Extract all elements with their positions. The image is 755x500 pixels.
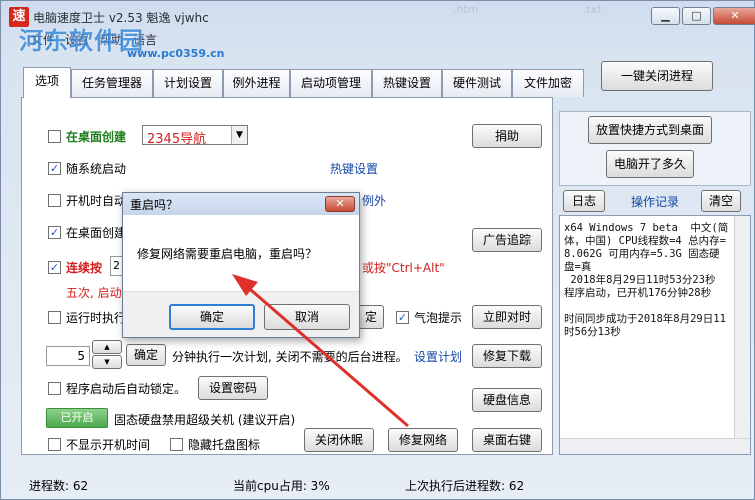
desktop-create-select[interactable]: 2345导航 ▼ [142, 125, 248, 147]
log-textarea[interactable]: x64 Windows 7 beta 中文(简体，中国) CPU线程数=4 总内… [559, 215, 751, 455]
desktop-create-label: 在桌面创建 [66, 130, 127, 144]
hide-boot-time-checkbox[interactable] [48, 438, 61, 451]
interval-input[interactable]: 5 [46, 346, 90, 366]
desktop-create-checkbox[interactable] [48, 130, 61, 143]
log-horizontal-scrollbar[interactable] [560, 438, 750, 454]
dialog-close-button[interactable]: ✕ [325, 196, 355, 212]
autostart-label: 随系统启动 [66, 162, 127, 176]
repair-download-button[interactable]: 修复下载 [472, 344, 542, 368]
dialog-message: 修复网络需要重启电脑，重启吗？ [137, 247, 318, 261]
dialog-title: 重启吗？ [130, 198, 179, 212]
startup-auto-label: 开机时自动 [66, 194, 127, 208]
donate-button[interactable]: 捐助 [472, 124, 542, 148]
log-title: 操作记录 [631, 195, 680, 209]
plan-text: 分钟执行一次计划, 关闭不需要的后台进程。 [172, 350, 408, 364]
set-password-button[interactable]: 设置密码 [198, 376, 268, 400]
last-process-count: 上次执行后进程数: 62 [405, 479, 525, 493]
consecutive-checkbox[interactable]: ✓ [48, 261, 61, 274]
clear-log-button[interactable]: 清空 [701, 190, 741, 212]
desktop-create2-label: 在桌面创建 [66, 226, 127, 240]
dialog-ok-button[interactable]: 确定 [169, 304, 255, 330]
maximize-button[interactable]: □ [682, 7, 711, 25]
autostart-checkbox[interactable]: ✓ [48, 162, 61, 175]
ghost-label-htm: .htm [453, 3, 479, 16]
log-vertical-scrollbar[interactable] [734, 216, 750, 454]
tab-startup[interactable]: 启动项管理 [290, 69, 372, 97]
hide-tray-label: 隐藏托盘图标 [188, 438, 261, 452]
dialog-footer: 确定 取消 [123, 291, 359, 337]
hide-tray-checkbox[interactable] [170, 438, 183, 451]
dialog-title-bar: 重启吗？ ✕ [123, 193, 359, 215]
dialog-cancel-button[interactable]: 取消 [264, 304, 350, 330]
interval-confirm-button[interactable]: 确定 [126, 344, 166, 366]
restart-dialog: 重启吗？ ✕ 修复网络需要重启电脑，重启吗？ 确定 取消 [122, 192, 360, 338]
bubble-tip-label: 气泡提示 [414, 311, 463, 325]
desktop-right-click-button[interactable]: 桌面右键 [472, 428, 542, 452]
desktop-create-select-value: 2345导航 [147, 132, 207, 147]
tab-hardware[interactable]: 硬件测试 [442, 69, 512, 97]
ad-trace-button[interactable]: 广告追踪 [472, 228, 542, 252]
ghost-label-txt: .txt [583, 3, 602, 16]
watermark-url: www.pc0359.cn [127, 47, 225, 60]
exception-link[interactable]: 例外 [362, 192, 386, 209]
set-plan-link[interactable]: 设置计划 [414, 348, 462, 365]
hotkey-settings-link[interactable]: 热键设置 [330, 160, 378, 177]
tab-encryption[interactable]: 文件加密 [512, 69, 584, 97]
hide-boot-time-label: 不显示开机时间 [66, 438, 151, 452]
tab-schedule[interactable]: 计划设置 [153, 69, 223, 97]
tab-hotkeys[interactable]: 热键设置 [372, 69, 442, 97]
log-content: x64 Windows 7 beta 中文(简体，中国) CPU线程数=4 总内… [564, 222, 729, 338]
tab-options[interactable]: 选项 [23, 67, 71, 98]
run-exec-checkbox[interactable] [48, 311, 61, 324]
run-exec-label: 运行时执行 [66, 311, 127, 325]
process-count: 进程数: 62 [29, 479, 89, 493]
chevron-down-icon: ▼ [231, 126, 247, 144]
repair-network-button[interactable]: 修复网络 [388, 428, 458, 452]
ssd-label: 固态硬盘禁用超级关机 (建议开启) [114, 413, 296, 427]
spin-up-button[interactable]: ▲ [92, 340, 122, 354]
log-button[interactable]: 日志 [563, 190, 605, 212]
lock-label: 程序启动后自动锁定。 [66, 382, 187, 396]
hotkey-hint: 或按"Ctrl+Alt" [362, 261, 445, 275]
close-button[interactable]: ✕ [713, 7, 755, 25]
tab-task-manager[interactable]: 任务管理器 [71, 69, 153, 97]
desktop-create2-checkbox[interactable]: ✓ [48, 226, 61, 239]
bubble-tip-checkbox[interactable]: ✓ [396, 311, 409, 324]
cpu-usage: 当前cpu占用: 3% [233, 479, 330, 493]
spin-down-button[interactable]: ▼ [92, 355, 122, 369]
close-hibernate-button[interactable]: 关闭休眠 [304, 428, 374, 452]
disk-info-button[interactable]: 硬盘信息 [472, 388, 542, 412]
tab-exceptions[interactable]: 例外进程 [223, 69, 290, 97]
sync-time-button[interactable]: 立即对时 [472, 305, 542, 329]
watermark-text: 河东软件园 [19, 27, 144, 55]
run-exec-confirm-button[interactable]: 定 [358, 305, 384, 329]
lock-checkbox[interactable] [48, 382, 61, 395]
five-times-label: 五次, 启动 [66, 286, 122, 300]
right-tools-panel: 放置快捷方式到桌面 电脑开了多久 [559, 111, 751, 186]
startup-auto-checkbox[interactable] [48, 194, 61, 207]
uptime-button[interactable]: 电脑开了多久 [606, 150, 694, 178]
minimize-button[interactable]: ▁ [651, 7, 680, 25]
place-shortcut-button[interactable]: 放置快捷方式到桌面 [588, 116, 712, 144]
ssd-toggle[interactable]: 已开启 [46, 408, 108, 428]
status-bar: 进程数: 62 当前cpu占用: 3% 上次执行后进程数: 62 [1, 469, 755, 500]
main-window: 速 电脑速度卫士 v2.53 魁逸 vjwhc .htm .txt ▁ □ ✕ … [0, 0, 755, 500]
close-all-processes-button[interactable]: 一键关闭进程 [601, 61, 713, 91]
consecutive-label: 连续按 [66, 261, 103, 275]
